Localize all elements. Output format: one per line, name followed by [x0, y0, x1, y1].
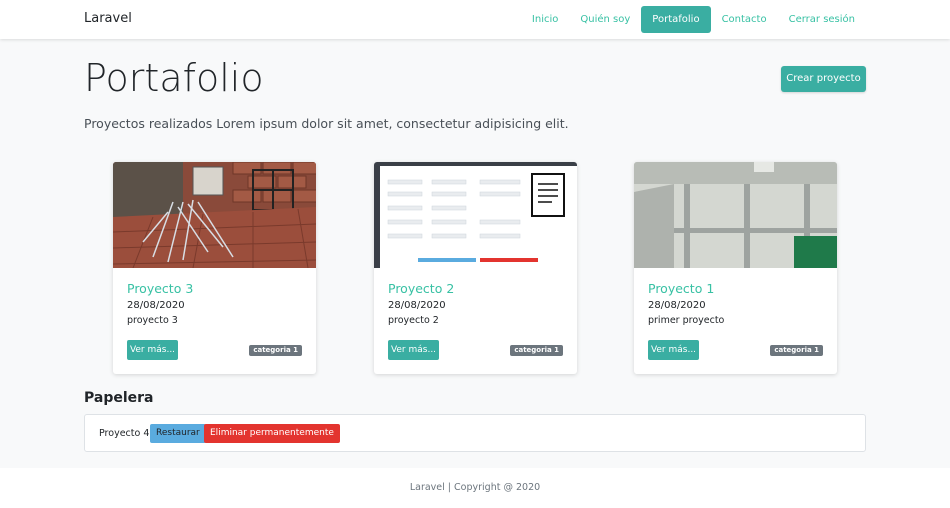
project-date: 28/08/2020: [388, 300, 446, 311]
project-description: proyecto 3: [127, 315, 178, 326]
nav-link-portafolio[interactable]: Portafolio: [641, 6, 711, 33]
page-title: Portafolio: [84, 56, 264, 100]
brand-link[interactable]: Laravel: [84, 11, 132, 26]
view-more-button[interactable]: Ver más...: [388, 340, 439, 360]
project-date: 28/08/2020: [648, 300, 706, 311]
project-title[interactable]: Proyecto 3: [127, 281, 193, 296]
trash-list: Proyecto 4 Restaurar Eliminar permanente…: [84, 414, 866, 452]
project-date: 28/08/2020: [127, 300, 185, 311]
project-card: Proyecto 2 28/08/2020 proyecto 2 Ver más…: [374, 162, 577, 374]
project-image: [374, 162, 577, 268]
nav-link-inicio[interactable]: Inicio: [521, 6, 569, 33]
restore-button[interactable]: Restaurar: [150, 424, 206, 443]
navbar: Laravel Inicio Quién soy Portafolio Cont…: [0, 0, 950, 39]
project-image: [113, 162, 316, 268]
project-description: proyecto 2: [388, 315, 439, 326]
nav-link-cerrar-sesion[interactable]: Cerrar sesión: [778, 6, 866, 33]
project-description: primer proyecto: [648, 315, 725, 326]
trash-title: Papelera: [84, 390, 154, 406]
project-title[interactable]: Proyecto 1: [648, 281, 714, 296]
nav-link-contacto[interactable]: Contacto: [711, 6, 778, 33]
project-image: [634, 162, 837, 268]
trash-item-name: Proyecto 4: [99, 428, 150, 439]
footer-text: Laravel | Copyright @ 2020: [409, 482, 541, 493]
project-card: Proyecto 3 28/08/2020 proyecto 3 Ver más…: [113, 162, 316, 374]
project-title[interactable]: Proyecto 2: [388, 281, 454, 296]
view-more-button[interactable]: Ver más...: [648, 340, 699, 360]
view-more-button[interactable]: Ver más...: [127, 340, 178, 360]
category-badge: categoria 1: [770, 345, 823, 356]
footer: Laravel | Copyright @ 2020: [0, 468, 950, 508]
project-card: Proyecto 1 28/08/2020 primer proyecto Ve…: [634, 162, 837, 374]
create-project-button[interactable]: Crear proyecto: [781, 66, 866, 92]
category-badge: categoria 1: [510, 345, 563, 356]
category-badge: categoria 1: [249, 345, 302, 356]
delete-permanently-button[interactable]: Eliminar permanentemente: [204, 424, 340, 443]
page-lead: Proyectos realizados Lorem ipsum dolor s…: [84, 116, 569, 131]
nav-link-quien-soy[interactable]: Quién soy: [569, 6, 641, 33]
nav-menu: Inicio Quién soy Portafolio Contacto Cer…: [521, 6, 866, 33]
